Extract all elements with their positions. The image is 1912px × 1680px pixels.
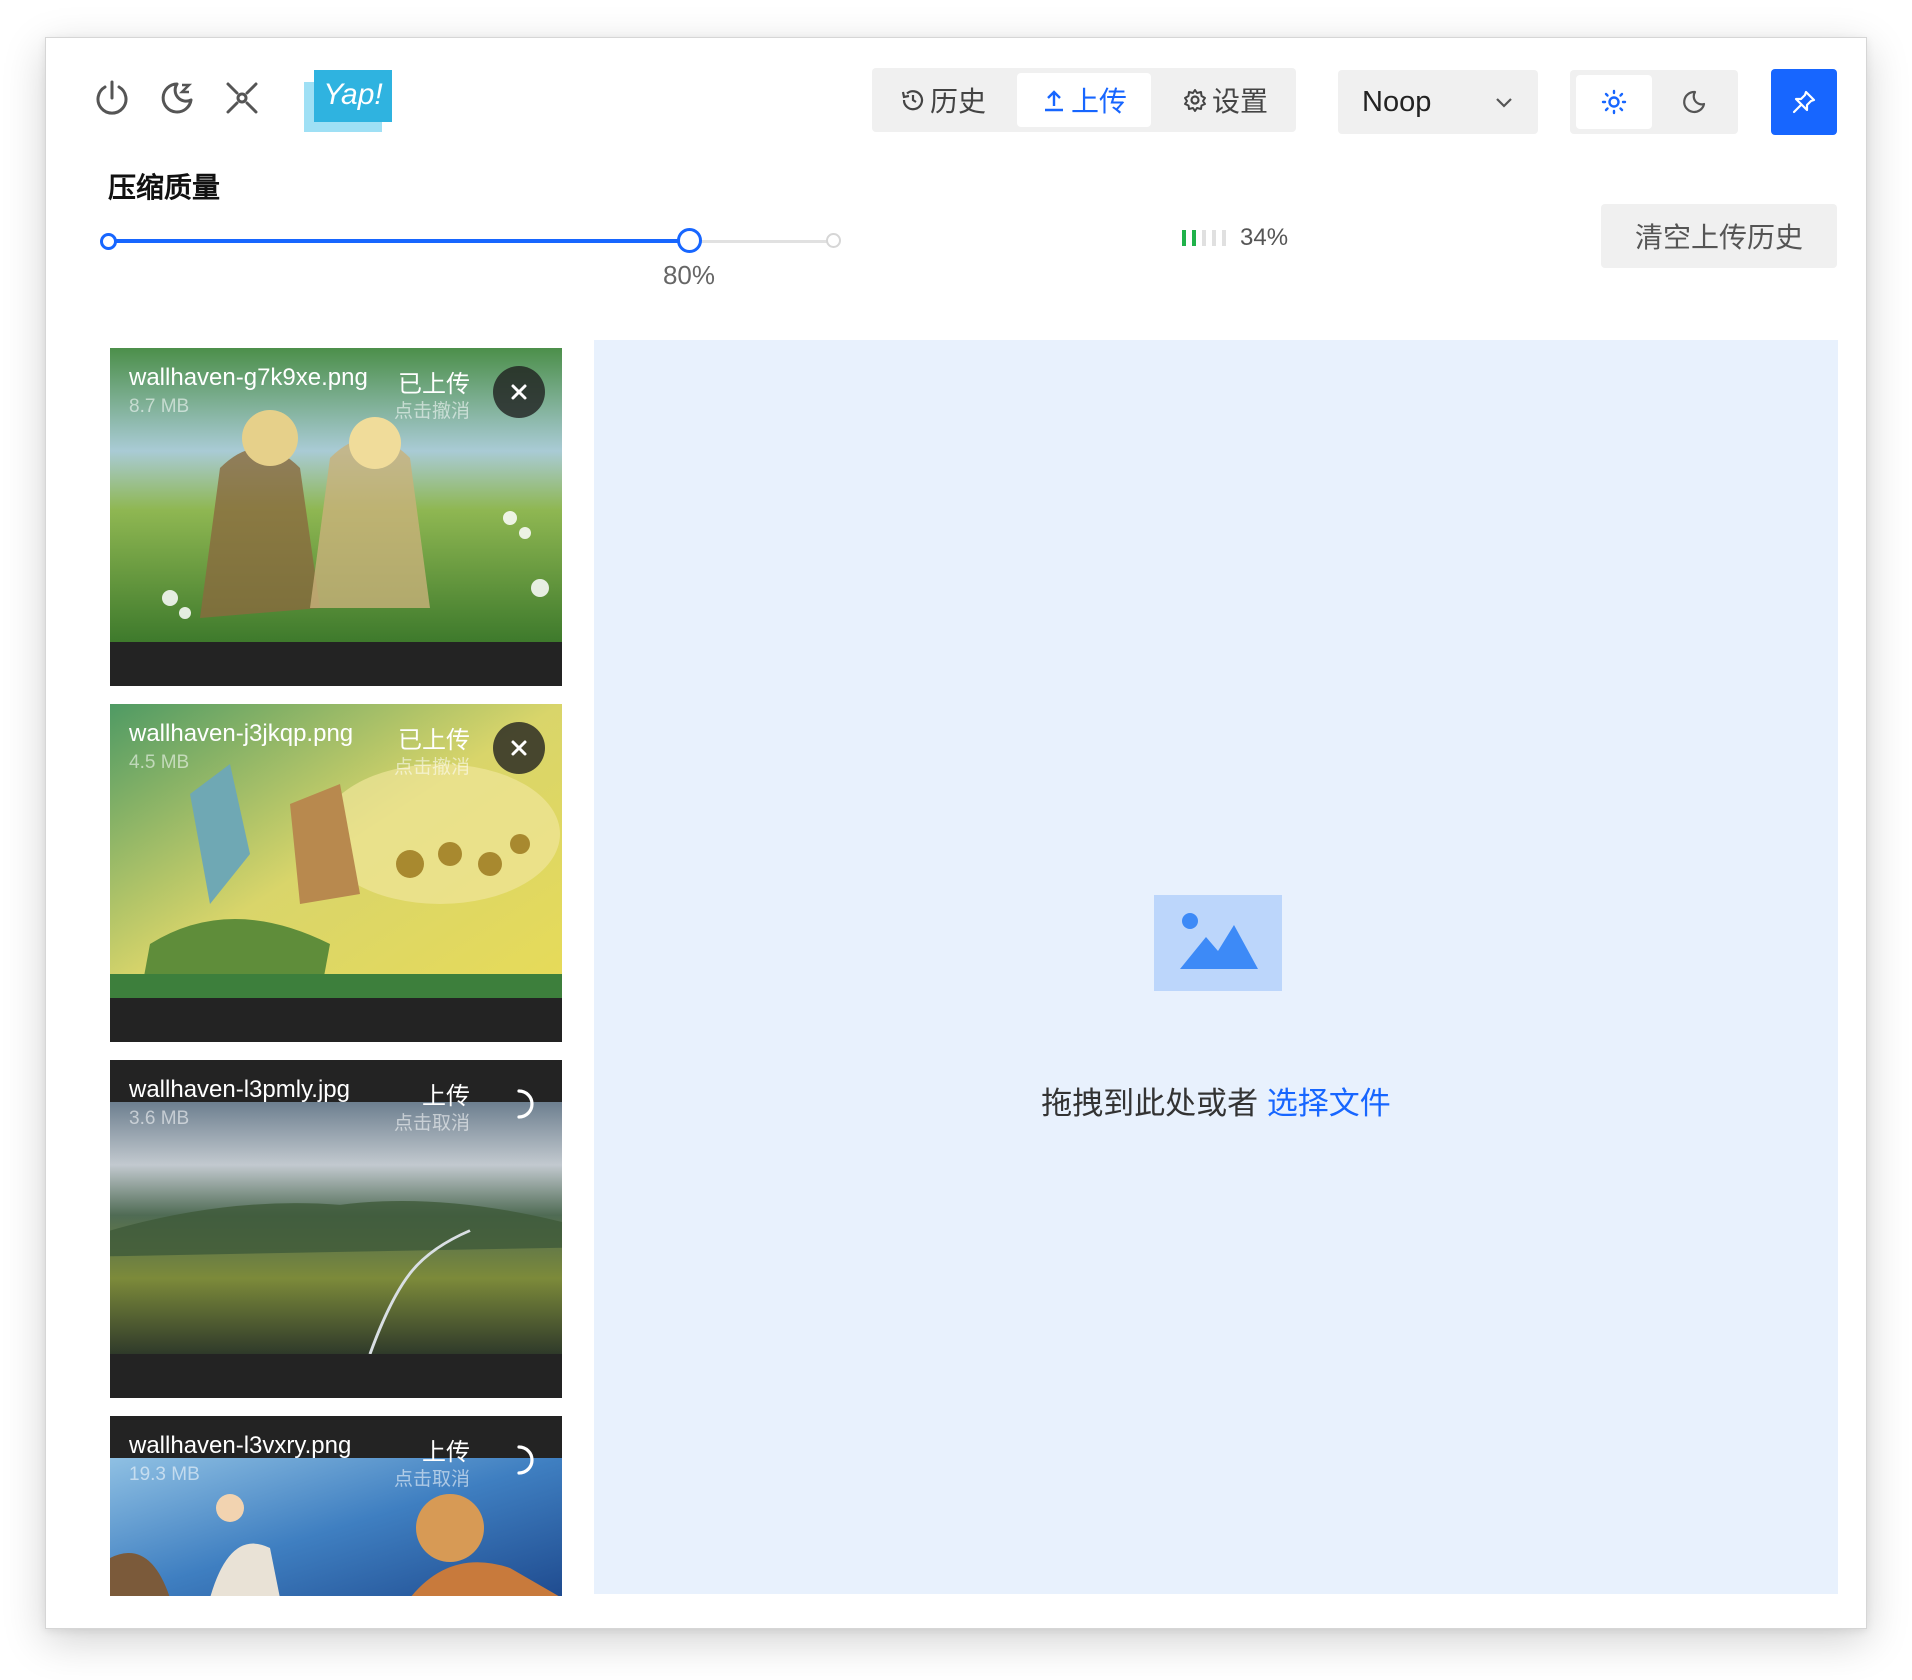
- cancel-hint: 点击取消: [393, 1469, 470, 1490]
- slider-value: 80%: [662, 260, 716, 290]
- power-icon[interactable]: [86, 72, 138, 124]
- select-file-link[interactable]: 选择文件: [1267, 1086, 1391, 1121]
- file-size: 8.7 MB: [129, 396, 190, 417]
- pin-icon: [1792, 90, 1816, 114]
- usage-bar: [1212, 230, 1216, 246]
- uploader-select[interactable]: Noop: [1338, 70, 1538, 134]
- upload-card[interactable]: wallhaven-l3pmly.jpg 3.6 MB 上传 点击取消: [110, 1060, 562, 1398]
- upload-status: 上传: [422, 1439, 470, 1466]
- history-icon: [901, 90, 924, 111]
- app-logo: Yap!: [304, 70, 392, 132]
- file-name: wallhaven-l3pmly.jpg: [129, 1076, 350, 1103]
- upload-status: 上传: [422, 1083, 470, 1110]
- tab-upload-label: 上传: [1070, 86, 1127, 117]
- file-size: 4.5 MB: [129, 752, 190, 773]
- usage-bars: [1182, 230, 1226, 246]
- usage-bar: [1222, 230, 1226, 246]
- theme-dark-option[interactable]: [1656, 75, 1732, 129]
- drop-zone[interactable]: 拖拽到此处或者 选择文件: [594, 340, 1838, 1594]
- upload-status: 已上传: [398, 371, 470, 398]
- image-placeholder-icon: [1154, 895, 1282, 991]
- nav-tabs: 历史 上传 设置: [872, 68, 1296, 132]
- file-name: wallhaven-l3vxry.png: [129, 1432, 352, 1459]
- theme-toggle: [1570, 70, 1738, 134]
- upload-card[interactable]: wallhaven-l3vxry.png 19.3 MB 上传 点击取消: [110, 1416, 562, 1596]
- tab-settings-label: 设置: [1211, 86, 1268, 117]
- upload-icon: [1044, 90, 1063, 112]
- cancel-hint: 点击取消: [393, 1113, 470, 1134]
- undo-hint: 点击撤消: [393, 757, 470, 778]
- quality-slider[interactable]: 80%: [100, 228, 848, 290]
- clear-history-button[interactable]: 清空上传历史: [1601, 204, 1837, 268]
- logo-text: Yap!: [323, 78, 383, 111]
- slider-fill: [108, 239, 689, 243]
- loading-spinner-icon: [517, 1089, 534, 1119]
- image-thumbnail: [110, 1102, 562, 1354]
- slider-thumb[interactable]: [677, 228, 702, 253]
- usage-bar: [1192, 230, 1196, 246]
- slider-min-dot: [100, 233, 117, 250]
- theme-light-option[interactable]: [1576, 75, 1652, 129]
- loading-spinner-icon: [517, 1445, 534, 1475]
- tab-settings[interactable]: 设置: [1162, 73, 1288, 127]
- slider-max-dot: [826, 233, 841, 248]
- tab-history[interactable]: 历史: [880, 73, 1006, 127]
- settings-icon: [1183, 89, 1206, 112]
- drop-instructions: 拖拽到此处或者 选择文件: [594, 1078, 1838, 1123]
- usage-bar: [1202, 230, 1206, 246]
- cpu-usage-indicator: 34%: [1182, 224, 1288, 252]
- usage-percent: 34%: [1240, 224, 1289, 251]
- quality-label: 压缩质量: [108, 172, 221, 203]
- remove-button[interactable]: [493, 366, 545, 418]
- file-name: wallhaven-g7k9xe.png: [129, 364, 368, 391]
- sun-icon: [1601, 89, 1627, 115]
- upload-status: 已上传: [398, 727, 470, 754]
- file-size: 3.6 MB: [129, 1108, 190, 1129]
- undo-hint: 点击撤消: [393, 401, 470, 422]
- close-icon: [511, 740, 527, 756]
- upload-card[interactable]: wallhaven-j3jkqp.png 4.5 MB 已上传 点击撤消: [110, 704, 562, 1042]
- debug-icon[interactable]: [216, 72, 268, 124]
- tab-upload[interactable]: 上传: [1017, 73, 1151, 127]
- uploader-select-value: Noop: [1362, 85, 1432, 118]
- remove-button[interactable]: [493, 722, 545, 774]
- file-name: wallhaven-j3jkqp.png: [129, 720, 354, 747]
- usage-bar: [1182, 230, 1186, 246]
- tab-history-label: 历史: [929, 86, 986, 117]
- chevron-down-icon: [1496, 98, 1512, 108]
- pin-button[interactable]: [1771, 69, 1837, 135]
- cancel-upload-button[interactable]: [493, 1078, 545, 1130]
- moon-icon: [1683, 90, 1706, 114]
- app-window: Yap! 历史 上传 设置 Noop 压缩质量 80% 34% 清空上传历史 w…: [45, 37, 1867, 1629]
- cancel-upload-button[interactable]: [493, 1434, 545, 1486]
- drop-text: 拖拽到此处或者: [1041, 1086, 1259, 1121]
- file-size: 19.3 MB: [129, 1464, 200, 1485]
- sleep-moon-icon[interactable]: [151, 72, 203, 124]
- upload-card[interactable]: wallhaven-g7k9xe.png 8.7 MB 已上传 点击撤消: [110, 348, 562, 686]
- close-icon: [511, 384, 527, 400]
